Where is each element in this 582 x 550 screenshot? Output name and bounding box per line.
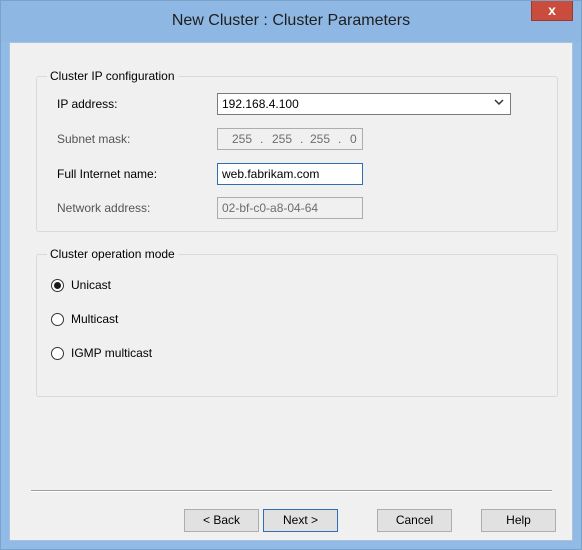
network-address-field: 02-bf-c0-a8-04-64 — [217, 197, 363, 219]
window-title: New Cluster : Cluster Parameters — [171, 12, 411, 29]
unicast-radio[interactable] — [51, 279, 64, 292]
subnet-mask-label: Subnet mask: — [57, 132, 131, 146]
network-address-label: Network address: — [57, 201, 151, 215]
subnet-dot-3: . — [338, 132, 342, 146]
radio-selected-dot — [54, 282, 61, 289]
ip-address-label: IP address: — [57, 97, 118, 111]
cluster-operation-mode-group: Cluster operation mode Unicast Multicast… — [36, 247, 558, 397]
subnet-octet-4: 0 — [350, 132, 357, 146]
back-button[interactable]: < Back — [184, 509, 259, 532]
close-button[interactable]: x — [531, 1, 573, 21]
chevron-down-icon[interactable] — [494, 97, 504, 107]
title-bar[interactable]: New Cluster : Cluster Parameters x — [1, 1, 581, 42]
button-separator — [31, 490, 552, 492]
full-internet-name-label: Full Internet name: — [57, 167, 158, 181]
subnet-mask-field: 255 . 255 . 255 . 0 — [217, 128, 363, 150]
subnet-octet-2: 255 — [272, 132, 293, 146]
cluster-ip-configuration-group: Cluster IP configuration IP address: 192… — [36, 69, 558, 232]
full-internet-name-input[interactable]: web.fabrikam.com — [217, 163, 363, 185]
multicast-radio[interactable] — [51, 313, 64, 326]
igmp-multicast-radio[interactable] — [51, 347, 64, 360]
ip-address-combobox[interactable]: 192.168.4.100 — [217, 93, 511, 115]
subnet-octet-3: 255 — [310, 132, 331, 146]
multicast-label: Multicast — [71, 312, 119, 326]
subnet-dot-2: . — [300, 132, 304, 146]
help-button[interactable]: Help — [481, 509, 556, 532]
cluster-operation-mode-legend: Cluster operation mode — [47, 247, 178, 261]
dialog-body: Cluster IP configuration IP address: 192… — [9, 42, 573, 541]
subnet-octet-1: 255 — [232, 132, 253, 146]
unicast-label: Unicast — [71, 278, 112, 292]
cluster-ip-configuration-legend: Cluster IP configuration — [47, 69, 178, 83]
igmp-multicast-label: IGMP multicast — [71, 346, 153, 360]
dialog-window: New Cluster : Cluster Parameters x Clust… — [0, 0, 582, 550]
ip-address-value: 192.168.4.100 — [222, 97, 299, 111]
next-button[interactable]: Next > — [263, 509, 338, 532]
subnet-dot-1: . — [260, 132, 264, 146]
cancel-button[interactable]: Cancel — [377, 509, 452, 532]
